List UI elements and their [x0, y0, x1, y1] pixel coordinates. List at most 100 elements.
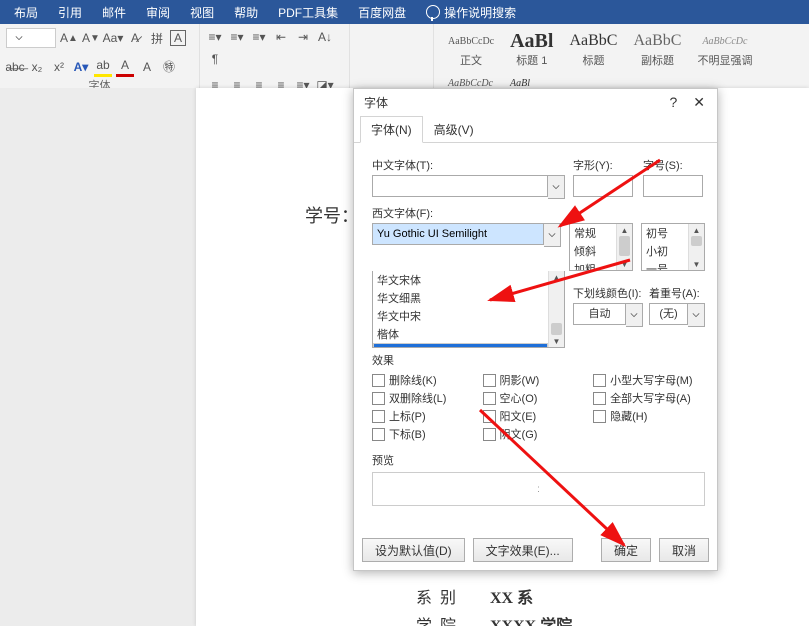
check-outline[interactable]: 空心(O)	[483, 390, 590, 406]
subscript-icon[interactable]: x₂	[28, 58, 46, 76]
page-title: 学号：	[305, 202, 359, 228]
dropdown-icon[interactable]	[688, 303, 705, 327]
check-engrave[interactable]: 阴文(G)	[483, 426, 590, 442]
highlight-icon[interactable]: ab	[94, 56, 112, 77]
font-size-input[interactable]	[643, 175, 703, 197]
scrollbar[interactable]: ▲▼	[616, 224, 632, 270]
dialog-title: 字体	[364, 94, 388, 111]
decrease-indent-icon[interactable]: ⇤	[272, 28, 290, 46]
font-size-list[interactable]: 初号 小初 一号 ▲▼	[641, 223, 705, 271]
dialog-tab-font[interactable]: 字体(N)	[360, 116, 423, 143]
effects-section-label: 效果	[372, 352, 705, 368]
tab-mailings[interactable]: 邮件	[92, 2, 136, 23]
font-size-select[interactable]	[6, 28, 56, 48]
increase-indent-icon[interactable]: ⇥	[294, 28, 312, 46]
clear-formatting-icon[interactable]: A̷	[126, 29, 144, 47]
multilevel-icon[interactable]: ≡▾	[250, 28, 268, 46]
list-item[interactable]: 小初	[642, 242, 688, 260]
show-marks-icon[interactable]: ¶	[206, 50, 224, 68]
list-item[interactable]: 华文宋体	[373, 271, 548, 289]
strikethrough-icon[interactable]: a̶b̶c̶	[6, 58, 24, 76]
western-font-label: 西文字体(F):	[372, 205, 705, 221]
emphasis-combo[interactable]: (无)	[649, 303, 688, 325]
dialog-close-icon[interactable]: ✕	[687, 92, 711, 113]
tab-view[interactable]: 视图	[180, 2, 224, 23]
list-item[interactable]: 常规	[570, 224, 616, 242]
enclose-char-icon[interactable]: ㊕	[160, 58, 178, 76]
style-title[interactable]: AaBbC标题	[561, 28, 625, 70]
style-subtle-emph[interactable]: AaBbCcDc不明显强调	[689, 28, 760, 70]
style-heading1[interactable]: AaBl标题 1	[502, 28, 561, 70]
doc-line-dept-label: 系 别	[416, 584, 456, 608]
ribbon: A▲ A▼ Aa▾ A̷ 拼 A a̶b̶c̶ x₂ x² A▾ ab A A …	[0, 24, 809, 89]
list-item[interactable]: 华文中宋	[373, 307, 548, 325]
check-dblstrike[interactable]: 双删除线(L)	[372, 390, 479, 406]
decrease-font-icon[interactable]: A▼	[82, 29, 100, 47]
list-item[interactable]: 加粗	[570, 260, 616, 271]
bullets-icon[interactable]: ≡▾	[206, 28, 224, 46]
doc-line-college-label: 学 院	[416, 612, 456, 626]
scrollbar[interactable]: ▲▼	[688, 224, 704, 270]
check-smallcaps[interactable]: 小型大写字母(M)	[593, 372, 713, 388]
dropdown-icon[interactable]	[626, 303, 643, 327]
font-dialog: 字体 ? ✕ 字体(N) 高级(V) 中文字体(T):	[353, 88, 718, 571]
list-item[interactable]: 楷体	[373, 325, 548, 343]
check-hidden[interactable]: 隐藏(H)	[593, 408, 713, 424]
font-dropdown-list[interactable]: 华文宋体 华文细黑 华文中宋 楷体 思源黑体 CN Bold 思源黑体 CN E…	[372, 271, 565, 348]
char-shading-icon[interactable]: A	[138, 58, 156, 76]
doc-line-college-value: XXXX 学院	[490, 612, 572, 626]
check-superscript[interactable]: 上标(P)	[372, 408, 479, 424]
list-item[interactable]: 华文细黑	[373, 289, 548, 307]
superscript-icon[interactable]: x²	[50, 58, 68, 76]
dialog-titlebar[interactable]: 字体 ? ✕	[354, 89, 717, 115]
scrollbar[interactable]: ▲▼	[548, 271, 564, 347]
font-style-input[interactable]	[573, 175, 633, 197]
check-shadow[interactable]: 阴影(W)	[483, 372, 590, 388]
ok-button[interactable]: 确定	[601, 538, 651, 562]
char-border-icon[interactable]: A	[170, 30, 186, 46]
tab-baidu[interactable]: 百度网盘	[348, 2, 416, 23]
set-default-button[interactable]: 设为默认值(D)	[362, 538, 465, 562]
dialog-help-icon[interactable]: ?	[663, 92, 683, 113]
style-subtitle[interactable]: AaBbC副标题	[625, 28, 689, 70]
sort-icon[interactable]: A↓	[316, 28, 334, 46]
underline-color-label: 下划线颜色(I):	[573, 285, 643, 301]
check-subscript[interactable]: 下标(B)	[372, 426, 479, 442]
tab-help[interactable]: 帮助	[224, 2, 268, 23]
check-emboss[interactable]: 阳文(E)	[483, 408, 590, 424]
underline-color-combo[interactable]: 自动	[573, 303, 626, 325]
style-normal[interactable]: AaBbCcDc正文	[440, 28, 502, 70]
tab-pdf[interactable]: PDF工具集	[268, 2, 348, 23]
font-style-list[interactable]: 常规 倾斜 加粗 ▲▼	[569, 223, 633, 271]
list-item-selected[interactable]: 思源黑体 CN Bold	[373, 343, 548, 348]
phonetic-icon[interactable]: 拼	[148, 29, 166, 47]
change-case-icon[interactable]: Aa▾	[104, 29, 122, 47]
ribbon-group-font: A▲ A▼ Aa▾ A̷ 拼 A a̶b̶c̶ x₂ x² A▾ ab A A …	[0, 24, 200, 88]
ribbon-group-styles: AaBbCcDc正文 AaBl标题 1 AaBbC标题 AaBbC副标题 AaB…	[434, 24, 809, 88]
tab-references[interactable]: 引用	[48, 2, 92, 23]
lightbulb-icon	[426, 5, 440, 19]
western-font-dropdown-icon[interactable]	[544, 223, 561, 247]
check-allcaps[interactable]: 全部大写字母(A)	[593, 390, 713, 406]
western-font-combo[interactable]	[372, 223, 544, 245]
list-item[interactable]: 一号	[642, 260, 688, 271]
tab-review[interactable]: 审阅	[136, 2, 180, 23]
font-color-icon[interactable]: A	[116, 56, 134, 77]
cn-font-combo[interactable]	[372, 175, 548, 197]
list-item[interactable]: 倾斜	[570, 242, 616, 260]
text-effects-icon[interactable]: A▾	[72, 58, 90, 76]
font-size-label: 字号(S):	[643, 157, 705, 173]
tab-layout[interactable]: 布局	[4, 2, 48, 23]
numbering-icon[interactable]: ≡▾	[228, 28, 246, 46]
list-item[interactable]: 初号	[642, 224, 688, 242]
text-effects-button[interactable]: 文字效果(E)...	[473, 538, 573, 562]
tell-me-search[interactable]: 操作说明搜索	[416, 4, 526, 21]
check-strikethrough[interactable]: 删除线(K)	[372, 372, 479, 388]
increase-font-icon[interactable]: A▲	[60, 29, 78, 47]
cn-font-dropdown-icon[interactable]	[548, 175, 565, 199]
dialog-tab-advanced[interactable]: 高级(V)	[423, 116, 485, 143]
ribbon-tab-strip: 布局 引用 邮件 审阅 视图 帮助 PDF工具集 百度网盘 操作说明搜索	[0, 0, 809, 24]
cancel-button[interactable]: 取消	[659, 538, 709, 562]
cn-font-label: 中文字体(T):	[372, 157, 565, 173]
preview-box: :	[372, 472, 705, 506]
